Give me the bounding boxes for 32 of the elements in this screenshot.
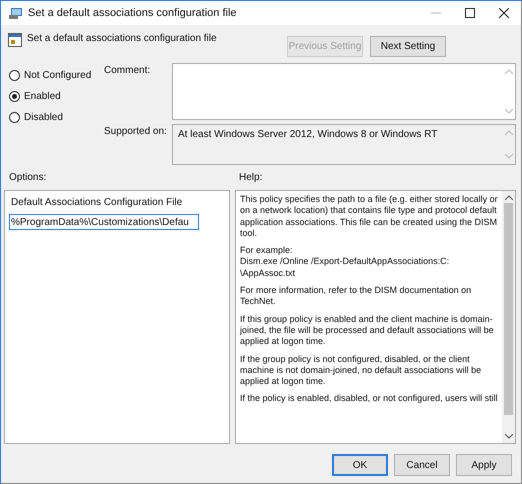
scroll-down-icon[interactable] — [504, 434, 512, 439]
help-paragraph: This policy specifies the path to a file (e.g. either stored locally or on a network location) that contains file type and protocol default application associations. This file can be created using the DISM tool. — [240, 194, 498, 240]
radio-label: Disabled — [24, 112, 63, 122]
window-title: Set a default associations configuration file — [28, 7, 238, 19]
apply-button[interactable]: Apply — [456, 454, 512, 476]
radio-label: Not Configured — [24, 70, 92, 80]
setting-title: Set a default associations configuration file — [27, 33, 218, 44]
settings-window-icon — [8, 33, 22, 47]
next-setting-button[interactable]: Next Setting — [370, 36, 446, 56]
ok-button[interactable]: OK — [332, 454, 388, 476]
help-label: Help: — [239, 172, 262, 185]
help-paragraph: For example: Dism.exe /Online /Export-DefaultAppAssociations:C: \AppAssoc.txt — [240, 245, 450, 280]
radio-button[interactable] — [9, 90, 20, 102]
supported-on-label: Supported on: — [104, 125, 168, 139]
help-paragraph: If the policy is enabled, disabled, or not configured, users will still — [240, 393, 498, 405]
options-label: Options: — [8, 172, 48, 185]
help-paragraph: If this group policy is enabled and the client machine is domain-joined, the file will be processed and default associations will be applied at logon time. — [240, 314, 495, 348]
radio-label: Enabled — [24, 90, 61, 102]
scrollbar-thumb[interactable] — [504, 203, 513, 415]
computer-icon — [9, 7, 23, 19]
field-label: Default Associations Configuration File — [10, 197, 184, 208]
supported-on-text: At least Windows Server 2012, Windows 8 or Windows RT — [177, 128, 438, 142]
maximize-icon[interactable] — [465, 8, 475, 18]
help-paragraph: For more information, refer to the DISM documentation on TechNet. — [240, 285, 472, 308]
radio-button[interactable] — [9, 70, 20, 80]
help-paragraph: If the group policy is not configured, disabled, or the client machine is not domain-joined, no default associations will be applied at logon time. — [240, 354, 482, 388]
cancel-button[interactable]: Cancel — [394, 454, 450, 476]
radio-button[interactable] — [9, 112, 20, 122]
file-path-field[interactable]: %ProgramData%\Customizations\Defau — [9, 214, 199, 230]
close-icon[interactable] — [499, 8, 509, 18]
scroll-up-icon[interactable] — [504, 195, 512, 200]
comment-label: Comment: — [104, 64, 152, 78]
